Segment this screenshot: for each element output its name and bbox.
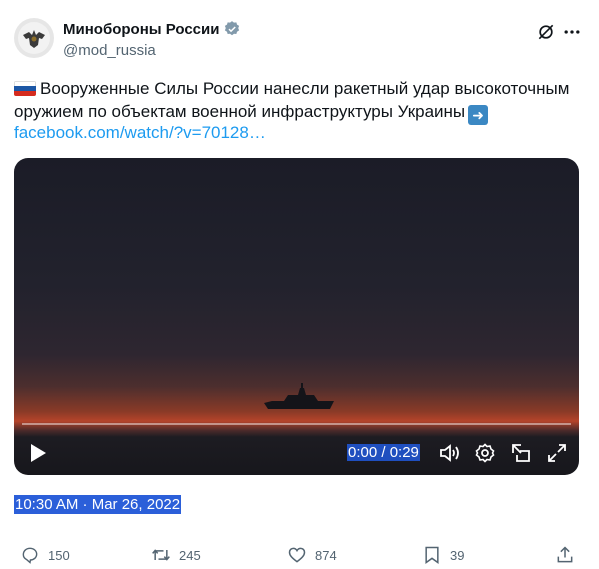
reply-button[interactable]: 150 (20, 545, 70, 565)
eagle-emblem-icon (18, 22, 50, 54)
author-name-row: Минобороны России (63, 20, 241, 38)
russia-flag-emoji-icon (14, 81, 36, 96)
tweet-text: Вооруженные Силы России нанесли ракетный… (14, 77, 584, 125)
reply-count: 150 (48, 547, 70, 563)
tweet-timestamp[interactable]: 10:30 AM · Mar 26, 2022 (14, 495, 182, 514)
retweet-count: 245 (179, 547, 201, 563)
bookmark-count: 39 (450, 547, 465, 563)
author-display-name[interactable]: Минобороны России (63, 21, 219, 38)
reply-icon (22, 547, 38, 564)
share-icon (557, 546, 573, 563)
verified-badge-icon (225, 21, 240, 36)
picture-in-picture-icon[interactable] (510, 442, 532, 464)
heart-icon (288, 547, 306, 563)
video-progress-bar[interactable] (22, 423, 571, 425)
volume-icon[interactable] (439, 443, 461, 463)
retweet-button[interactable]: 245 (151, 545, 201, 565)
video-time: 0:00 / 0:29 (347, 444, 420, 461)
author-handle[interactable]: @mod_russia (63, 42, 156, 59)
bookmark-icon (425, 546, 439, 564)
tweet-link[interactable]: facebook.com/watch/?v=70128… (14, 123, 266, 143)
right-arrow-emoji-icon: ➜ (468, 105, 489, 125)
tweet: Минобороны России @mod_russia Вооруженны… (0, 0, 599, 569)
grok-icon[interactable] (536, 22, 556, 42)
fullscreen-icon[interactable] (547, 443, 567, 463)
video-player[interactable]: 0:00 / 0:29 (14, 158, 579, 475)
play-icon[interactable] (28, 443, 48, 463)
like-count: 874 (315, 547, 337, 563)
bookmark-button[interactable]: 39 (422, 545, 464, 565)
ship-silhouette (264, 383, 334, 409)
share-button[interactable] (555, 545, 583, 565)
settings-gear-icon[interactable] (475, 443, 495, 463)
retweet-icon (152, 549, 170, 561)
avatar[interactable] (14, 18, 54, 58)
more-options-icon[interactable] (562, 22, 582, 42)
like-button[interactable]: 874 (287, 545, 337, 565)
